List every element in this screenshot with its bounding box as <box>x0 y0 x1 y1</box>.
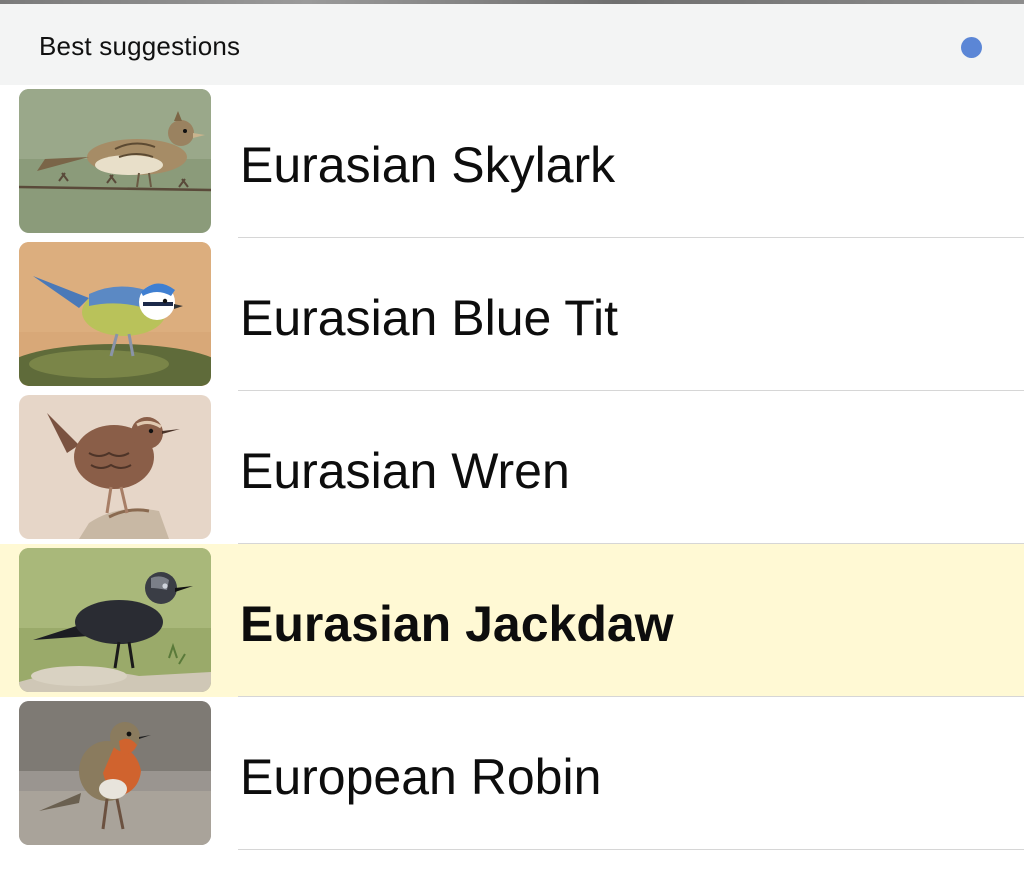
species-name: Eurasian Skylark <box>240 137 616 193</box>
species-name: Eurasian Jackdaw <box>240 596 674 652</box>
jackdaw-photo-icon <box>19 548 211 692</box>
status-dot-icon <box>961 37 982 58</box>
row-separator <box>238 849 1024 850</box>
blue-tit-photo-icon <box>19 242 211 386</box>
suggestion-row-eurasian-wren[interactable]: Eurasian Wren <box>0 391 1024 544</box>
skylark-photo-icon <box>19 89 211 233</box>
species-name: European Robin <box>240 749 602 805</box>
suggestion-row-eurasian-jackdaw[interactable]: Eurasian Jackdaw <box>0 544 1024 697</box>
suggestion-row-european-robin[interactable]: European Robin <box>0 697 1024 850</box>
suggestion-list: Eurasian Skylark Eurasian Blue Tit Euras… <box>0 85 1024 850</box>
species-name: Eurasian Blue Tit <box>240 290 618 346</box>
section-title: Best suggestions <box>39 31 241 61</box>
species-name: Eurasian Wren <box>240 443 570 499</box>
wren-photo-icon <box>19 395 211 539</box>
suggestion-row-eurasian-blue-tit[interactable]: Eurasian Blue Tit <box>0 238 1024 391</box>
suggestion-row-eurasian-skylark[interactable]: Eurasian Skylark <box>0 85 1024 238</box>
robin-photo-icon <box>19 701 211 845</box>
section-header: Best suggestions <box>0 4 1024 85</box>
